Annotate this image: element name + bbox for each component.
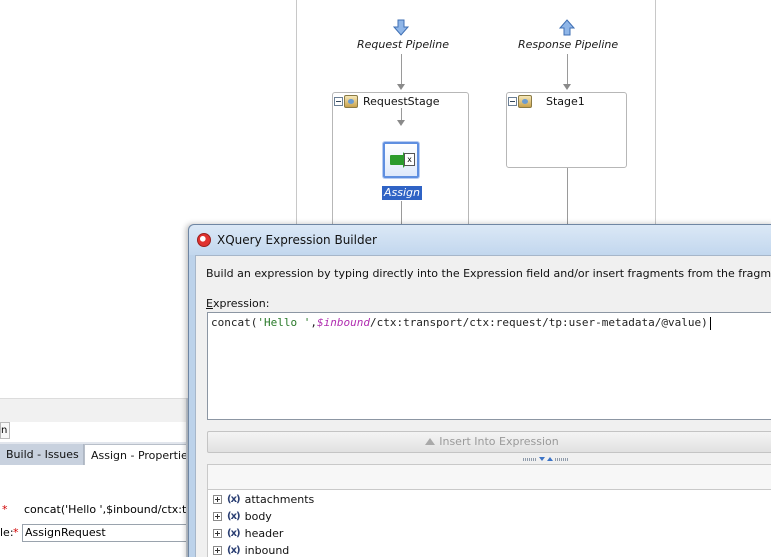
required-marker: * xyxy=(13,526,19,539)
xquery-expression-builder-dialog: XQuery Expression Builder Build an expre… xyxy=(188,224,771,557)
connector-arrow xyxy=(563,84,571,90)
collapse-up-icon[interactable] xyxy=(547,457,553,461)
text-caret xyxy=(709,316,711,330)
tree-item-label: inbound xyxy=(244,544,290,557)
expand-icon[interactable] xyxy=(213,529,222,538)
tree-item-label: attachments xyxy=(244,493,315,506)
response-stage-header: Stage1 xyxy=(507,93,585,109)
tree-item-header[interactable]: (x) header xyxy=(213,525,283,542)
expand-icon[interactable] xyxy=(213,495,222,504)
variable-input[interactable]: AssignRequest xyxy=(22,524,192,542)
expand-icon[interactable] xyxy=(213,546,222,555)
screen: Request Pipeline Response Pipeline Reque… xyxy=(0,0,771,557)
tree-item-label: header xyxy=(244,527,284,540)
tab-assign-properties[interactable]: Assign - Properties xyxy=(84,444,194,465)
response-stage-title: Stage1 xyxy=(546,94,585,108)
collapse-icon[interactable] xyxy=(508,96,517,106)
cut-off-tab[interactable]: n xyxy=(0,422,10,439)
variable-property-label: le: xyxy=(0,526,14,539)
expression-comma: , xyxy=(310,316,317,329)
up-arrow-icon xyxy=(425,438,436,445)
insert-into-expression-button[interactable]: Insert Into Expression xyxy=(207,431,771,453)
tree-item-attachments[interactable]: (x) attachments xyxy=(213,491,314,508)
dialog-titlebar[interactable]: XQuery Expression Builder xyxy=(189,225,771,255)
splitter-handle[interactable] xyxy=(516,456,576,462)
request-pipeline-label: Request Pipeline xyxy=(357,38,449,51)
response-pipeline-label: Response Pipeline xyxy=(518,38,619,51)
expression-function: concat( xyxy=(211,316,258,329)
expand-icon[interactable] xyxy=(213,512,222,521)
required-marker: * xyxy=(2,503,8,516)
collapse-down-icon[interactable] xyxy=(539,457,545,461)
expression-property-row: * concat('Hello ',$inbound/ctx:transpo xyxy=(0,501,192,519)
response-pipeline-icon xyxy=(559,19,575,36)
connector-line xyxy=(567,168,568,228)
app-icon xyxy=(197,233,211,247)
stage-icon xyxy=(518,94,532,108)
tree-item-body[interactable]: (x) body xyxy=(213,508,272,525)
assign-arrow-icon xyxy=(390,152,410,168)
tree-item-label: body xyxy=(244,510,272,523)
request-stage-header: RequestStage xyxy=(333,93,439,109)
xquery-variable-icon: (x) xyxy=(227,494,241,505)
expression-variable: $inbound xyxy=(316,316,370,329)
dialog-title: XQuery Expression Builder xyxy=(217,233,377,247)
request-pipeline-icon xyxy=(393,19,409,36)
grip-icon xyxy=(523,457,537,461)
dialog-description: Build an expression by typing directly i… xyxy=(206,267,771,280)
properties-tabbar: Build - Issues Assign - Properties xyxy=(0,442,194,465)
request-stage-title: RequestStage xyxy=(363,94,440,108)
connector-arrow xyxy=(397,120,405,126)
tab-build-issues[interactable]: Build - Issues xyxy=(0,444,84,465)
expression-label-text: xpression: xyxy=(212,297,270,310)
variable-property-row: le: * AssignRequest xyxy=(0,524,192,542)
expression-string-literal: 'Hello ' xyxy=(257,316,311,329)
expression-text: concat('Hello ',$inbound/ctx:transport/c… xyxy=(211,316,711,330)
expression-property-value[interactable]: concat('Hello ',$inbound/ctx:transpo xyxy=(24,501,192,519)
insert-button-label: Insert Into Expression xyxy=(439,435,559,448)
assign-action-label[interactable]: Assign xyxy=(382,186,422,200)
variable-tree: (x) attachments (x) body (x) header (x) … xyxy=(207,490,771,557)
expression-field[interactable]: concat('Hello ',$inbound/ctx:transport/c… xyxy=(207,312,771,420)
expression-label: Expression: xyxy=(206,297,269,310)
expression-label-mnemonic: E xyxy=(206,297,213,310)
variable-x-icon: x xyxy=(404,153,415,166)
connector-arrow xyxy=(397,84,405,90)
collapse-icon[interactable] xyxy=(334,96,343,106)
expression-path: /ctx:transport/ctx:request/tp:user-metad… xyxy=(369,316,708,329)
assign-action-node[interactable]: x xyxy=(383,142,419,178)
toolbar-strip xyxy=(0,398,192,422)
connector-line xyxy=(401,108,402,120)
fragment-editor-header xyxy=(207,464,771,490)
stage-icon xyxy=(344,94,358,108)
connector-line xyxy=(567,54,568,86)
dialog-body: Build an expression by typing directly i… xyxy=(195,255,771,557)
xquery-variable-icon: (x) xyxy=(227,528,241,539)
response-stage-box[interactable]: Stage1 xyxy=(506,92,627,168)
connector-line xyxy=(401,54,402,86)
grip-icon xyxy=(555,457,569,461)
xquery-variable-icon: (x) xyxy=(227,545,241,556)
xquery-variable-icon: (x) xyxy=(227,511,241,522)
tree-item-inbound[interactable]: (x) inbound xyxy=(213,542,289,557)
